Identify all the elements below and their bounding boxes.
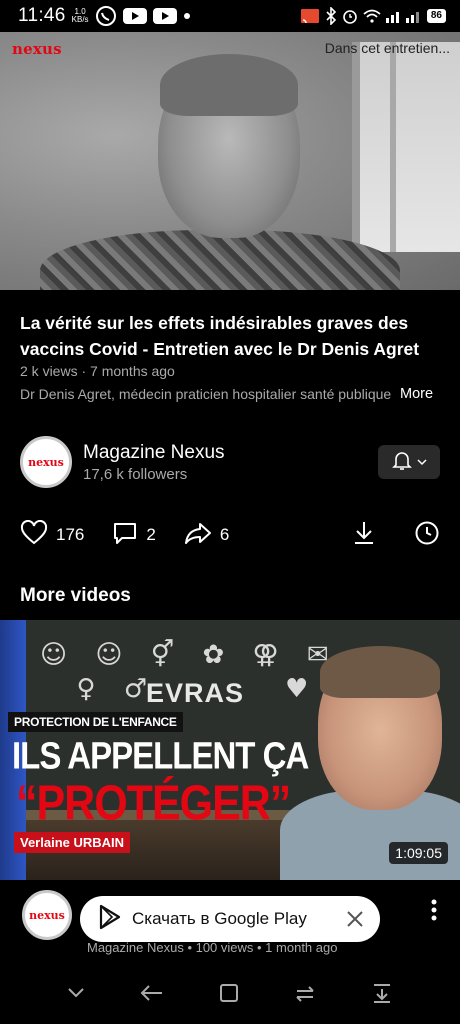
clock-icon	[415, 521, 439, 544]
close-icon	[347, 911, 363, 927]
like-button[interactable]: 176	[20, 519, 85, 551]
video-title: La vérité sur les effets indésirables gr…	[20, 313, 420, 359]
cast-icon	[300, 8, 320, 24]
bell-icon	[391, 449, 413, 476]
action-bar: 176 2 6	[20, 518, 440, 552]
next-channel-avatar[interactable]: nexus	[22, 890, 72, 940]
channel-info[interactable]: Magazine Nexus 17,6 k followers	[83, 442, 225, 483]
channel-avatar-logo: nexus	[28, 455, 64, 469]
nav-collapse-button[interactable]	[66, 986, 86, 1005]
video-description[interactable]: Dr Denis Agret, médecin praticien hospit…	[20, 386, 440, 402]
comment-button[interactable]: 2	[112, 520, 156, 551]
download-button[interactable]	[352, 520, 376, 551]
channel-row: nexus Magazine Nexus 17,6 k followers	[20, 436, 440, 488]
system-nav-bar	[0, 966, 460, 1024]
chevron-down-icon	[417, 453, 427, 471]
nav-download-button[interactable]	[370, 982, 394, 1009]
nav-home-button[interactable]	[218, 982, 240, 1009]
player-caption: Dans cet entretien...	[324, 40, 450, 56]
chevron-down-icon	[68, 987, 85, 997]
comment-count: 2	[146, 525, 156, 544]
battery-indicator: 86	[426, 9, 446, 23]
thumbnail-person-hair	[320, 646, 440, 698]
google-play-label: Скачать в Google Play	[132, 909, 307, 928]
youtube-icon	[122, 7, 147, 25]
channel-name: Magazine Nexus	[83, 441, 225, 463]
next-channel-avatar-logo: nexus	[29, 908, 65, 922]
notification-bell-button[interactable]	[378, 445, 440, 479]
thumbnail-headline: ILS APPELLENT ÇA	[12, 734, 309, 777]
nav-recents-button[interactable]	[293, 983, 317, 1008]
channel-avatar[interactable]: nexus	[20, 436, 72, 488]
network-speed-unit: KB/s	[71, 15, 89, 24]
video-player[interactable]: nexus Dans cet entretien...	[0, 32, 460, 290]
status-time: 11:46	[18, 5, 66, 26]
thumbnail-author: Verlaine URBAIN	[14, 832, 131, 853]
kebab-menu-icon	[431, 899, 437, 921]
share-count: 6	[219, 525, 230, 544]
pull-down-icon	[373, 983, 390, 1003]
more-button[interactable]: More	[400, 386, 433, 402]
youtube-icon-2	[152, 7, 177, 25]
thumbnail-board-word: EVRAS	[146, 678, 245, 708]
download-icon	[355, 521, 373, 544]
close-banner-button[interactable]	[346, 910, 364, 928]
back-arrow-icon	[140, 984, 163, 1001]
next-video-meta: Magazine Nexus • 100 views • 1 month ago	[87, 940, 338, 955]
wifi-icon	[363, 9, 381, 23]
channel-followers: 17,6 k followers	[83, 465, 188, 483]
more-videos-heading: More videos	[20, 585, 131, 606]
video-description-text: Dr Denis Agret, médecin praticien hospit…	[20, 386, 392, 402]
notification-dot-icon	[183, 12, 191, 20]
thumbnail-headline-red: “PROTÉGER”	[16, 776, 291, 832]
video-meta: 2 k views · 7 months ago	[20, 363, 175, 379]
play-store-icon	[98, 904, 122, 935]
google-play-banner[interactable]: Скачать в Google Play	[80, 896, 380, 942]
share-icon	[184, 521, 212, 550]
player-person-hair	[160, 54, 298, 116]
comment-icon	[112, 520, 138, 551]
player-window-frame	[352, 42, 460, 252]
heart-icon	[20, 519, 48, 551]
home-square-icon	[219, 983, 238, 1002]
watch-later-button[interactable]	[414, 520, 440, 551]
network-speed: 1.0 KB/s	[72, 8, 89, 24]
recents-icon	[296, 985, 314, 1002]
status-bar: 11:46 1.0 KB/s 86	[0, 0, 460, 32]
action-right-group	[352, 520, 440, 551]
whatsapp-icon	[95, 5, 117, 27]
video-duration-badge: 1:09:05	[389, 842, 448, 864]
player-logo: nexus	[12, 40, 62, 58]
bluetooth-icon	[325, 7, 337, 25]
signal-icon	[385, 9, 422, 23]
like-count: 176	[56, 525, 85, 544]
nav-back-button[interactable]	[139, 983, 165, 1008]
thumbnail-badge: PROTECTION DE L'ENFANCE	[8, 712, 183, 732]
more-options-button[interactable]	[430, 898, 438, 927]
alarm-icon	[342, 8, 358, 24]
share-button[interactable]: 6	[184, 521, 229, 550]
video-thumbnail[interactable]: ☺ ☺ ⚥ ✿ ⚢ ✉ ♀ ♂ ♥ ☂ EVRAS PROTECTION DE …	[0, 620, 460, 880]
